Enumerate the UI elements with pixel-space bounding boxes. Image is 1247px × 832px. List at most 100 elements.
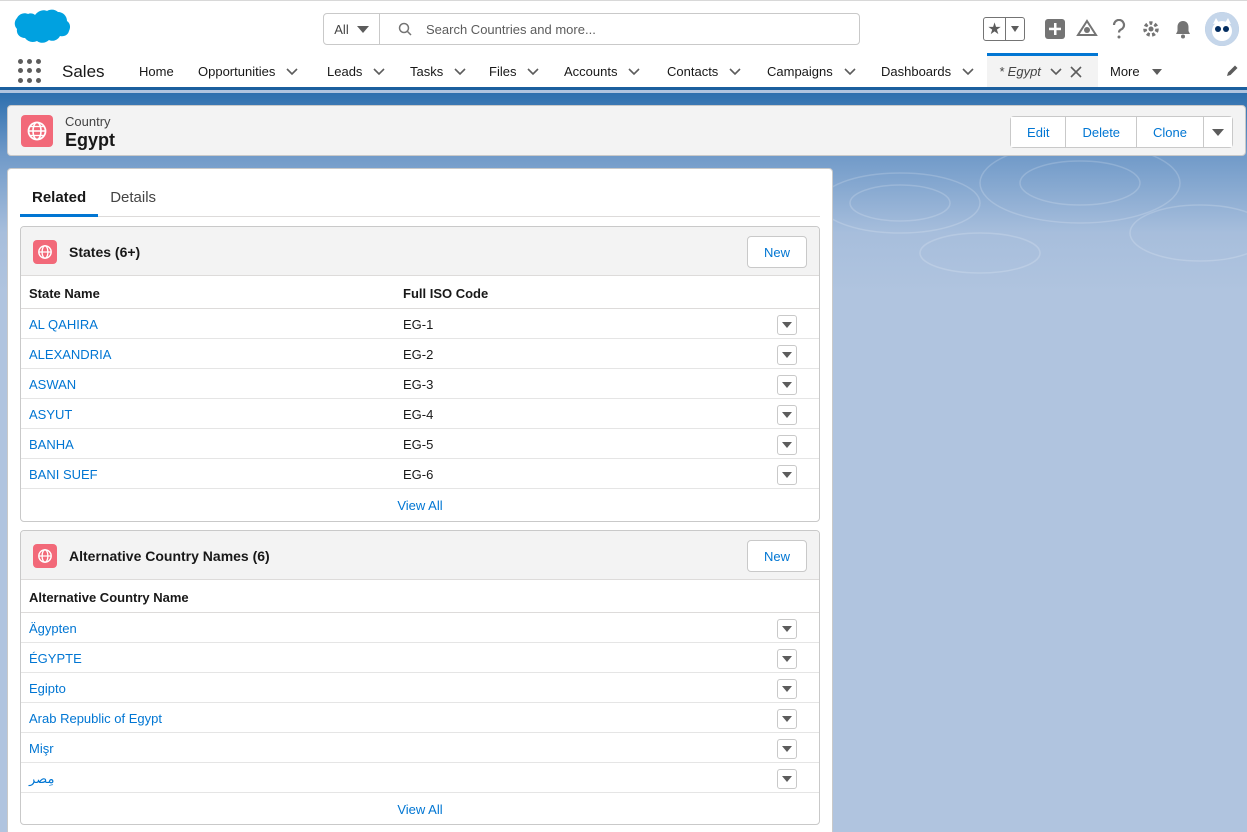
alt-name-link[interactable]: Egipto bbox=[29, 681, 66, 696]
nav-item-files[interactable]: Files bbox=[489, 56, 540, 87]
chevron-down-icon[interactable] bbox=[526, 65, 540, 79]
alternative-names-related-list: Alternative Country Names (6) New Altern… bbox=[20, 530, 820, 825]
nav-item-contacts[interactable]: Contacts bbox=[667, 56, 742, 87]
help-icon[interactable] bbox=[1103, 13, 1135, 45]
tab-related[interactable]: Related bbox=[20, 181, 99, 217]
row-actions-button[interactable] bbox=[777, 375, 797, 395]
state-link[interactable]: ALEXANDRIA bbox=[29, 347, 111, 362]
nav-item-home[interactable]: Home bbox=[139, 56, 174, 87]
header-actions: ★ bbox=[983, 11, 1247, 47]
related-list-title[interactable]: Alternative Country Names (6) bbox=[69, 548, 270, 564]
bell-icon[interactable] bbox=[1167, 13, 1199, 45]
row-actions-button[interactable] bbox=[777, 465, 797, 485]
state-link[interactable]: BANI SUEF bbox=[29, 467, 98, 482]
iso-code: EG-6 bbox=[403, 467, 434, 482]
edit-button[interactable]: Edit bbox=[1011, 117, 1067, 147]
nav-item-accounts[interactable]: Accounts bbox=[564, 56, 641, 87]
clone-button[interactable]: Clone bbox=[1137, 117, 1204, 147]
tab-details[interactable]: Details bbox=[98, 181, 168, 217]
nav-item-dashboards[interactable]: Dashboards bbox=[881, 56, 975, 87]
trailhead-icon[interactable] bbox=[1071, 13, 1103, 45]
state-link[interactable]: BANHA bbox=[29, 437, 74, 452]
state-link[interactable]: ASWAN bbox=[29, 377, 76, 392]
table-row: Ägypten bbox=[21, 613, 819, 643]
chevron-down-icon[interactable] bbox=[961, 65, 975, 79]
tab-egypt-record[interactable]: * Egypt bbox=[987, 53, 1098, 87]
iso-code: EG-2 bbox=[403, 347, 434, 362]
state-link[interactable]: ASYUT bbox=[29, 407, 72, 422]
row-actions-button[interactable] bbox=[777, 769, 797, 789]
view-all-link[interactable]: View All bbox=[21, 793, 819, 824]
new-state-button[interactable]: New bbox=[747, 236, 807, 268]
app-launcher-icon[interactable] bbox=[18, 59, 42, 83]
favorites-dropdown[interactable] bbox=[1006, 18, 1024, 40]
chevron-down-icon[interactable] bbox=[453, 65, 467, 79]
state-link[interactable]: AL QAHIRA bbox=[29, 317, 98, 332]
user-avatar[interactable] bbox=[1205, 12, 1239, 46]
chevron-down-icon[interactable] bbox=[285, 65, 299, 79]
table-row: ASWAN EG-3 bbox=[21, 369, 819, 399]
iso-code: EG-1 bbox=[403, 317, 434, 332]
search-scope-select[interactable]: All bbox=[324, 14, 380, 44]
caret-down-icon bbox=[782, 412, 792, 418]
salesforce-logo-icon[interactable] bbox=[10, 9, 71, 51]
delete-button[interactable]: Delete bbox=[1066, 117, 1138, 147]
row-actions-button[interactable] bbox=[777, 435, 797, 455]
caret-down-icon bbox=[782, 352, 792, 358]
globe-icon bbox=[33, 240, 57, 264]
table-header: Alternative Country Name bbox=[21, 580, 819, 613]
table-row: ÉGYPTE bbox=[21, 643, 819, 673]
column-header[interactable]: Alternative Country Name bbox=[29, 590, 189, 605]
caret-down-icon bbox=[782, 626, 792, 632]
related-list-title[interactable]: States (6+) bbox=[69, 244, 140, 260]
row-actions-button[interactable] bbox=[777, 709, 797, 729]
main-record-card: Related Details States (6+) New State Na… bbox=[7, 168, 833, 832]
nav-item-label: Tasks bbox=[410, 64, 444, 79]
global-search: All bbox=[323, 13, 860, 45]
alt-name-link[interactable]: Ägypten bbox=[29, 621, 77, 636]
table-row: ASYUT EG-4 bbox=[21, 399, 819, 429]
global-create-icon[interactable] bbox=[1039, 13, 1071, 45]
table-row: BANI SUEF EG-6 bbox=[21, 459, 819, 489]
caret-down-icon bbox=[782, 382, 792, 388]
row-actions-button[interactable] bbox=[777, 405, 797, 425]
column-header[interactable]: Full ISO Code bbox=[403, 286, 488, 301]
row-actions-button[interactable] bbox=[777, 739, 797, 759]
alt-name-link[interactable]: ÉGYPTE bbox=[29, 651, 82, 666]
chevron-down-icon[interactable] bbox=[843, 65, 857, 79]
table-row: مِصر bbox=[21, 763, 819, 793]
nav-item-label: Contacts bbox=[667, 64, 719, 79]
chevron-down-icon[interactable] bbox=[627, 65, 641, 79]
alt-name-link[interactable]: Arab Republic of Egypt bbox=[29, 711, 162, 726]
chevron-down-icon[interactable] bbox=[1049, 65, 1063, 79]
new-alt-name-button[interactable]: New bbox=[747, 540, 807, 572]
alt-name-link[interactable]: مِصر bbox=[29, 771, 54, 787]
gear-icon[interactable] bbox=[1135, 13, 1167, 45]
star-icon[interactable]: ★ bbox=[984, 18, 1006, 40]
row-actions-button[interactable] bbox=[777, 649, 797, 669]
chevron-down-icon[interactable] bbox=[372, 65, 386, 79]
view-all-link[interactable]: View All bbox=[21, 489, 819, 521]
row-actions-button[interactable] bbox=[777, 619, 797, 639]
related-list-header: Alternative Country Names (6) New bbox=[21, 531, 819, 580]
alt-name-link[interactable]: Mişr bbox=[29, 741, 54, 756]
nav-more[interactable]: More bbox=[1110, 56, 1164, 87]
pencil-icon[interactable] bbox=[1225, 64, 1239, 81]
globe-icon bbox=[21, 115, 53, 147]
search-input[interactable] bbox=[426, 21, 806, 37]
nav-item-tasks[interactable]: Tasks bbox=[410, 56, 467, 87]
nav-item-label: Leads bbox=[327, 64, 363, 79]
more-actions-button[interactable] bbox=[1204, 117, 1232, 147]
chevron-down-icon[interactable] bbox=[728, 65, 742, 79]
row-actions-button[interactable] bbox=[777, 679, 797, 699]
caret-down-icon bbox=[782, 442, 792, 448]
nav-item-campaigns[interactable]: Campaigns bbox=[767, 56, 857, 87]
nav-item-opportunities[interactable]: Opportunities bbox=[198, 56, 299, 87]
row-actions-button[interactable] bbox=[777, 315, 797, 335]
row-actions-button[interactable] bbox=[777, 345, 797, 365]
table-row: Egipto bbox=[21, 673, 819, 703]
nav-more-label: More bbox=[1110, 64, 1140, 79]
column-header[interactable]: State Name bbox=[29, 286, 100, 301]
nav-item-leads[interactable]: Leads bbox=[327, 56, 386, 87]
close-icon[interactable] bbox=[1069, 65, 1083, 79]
